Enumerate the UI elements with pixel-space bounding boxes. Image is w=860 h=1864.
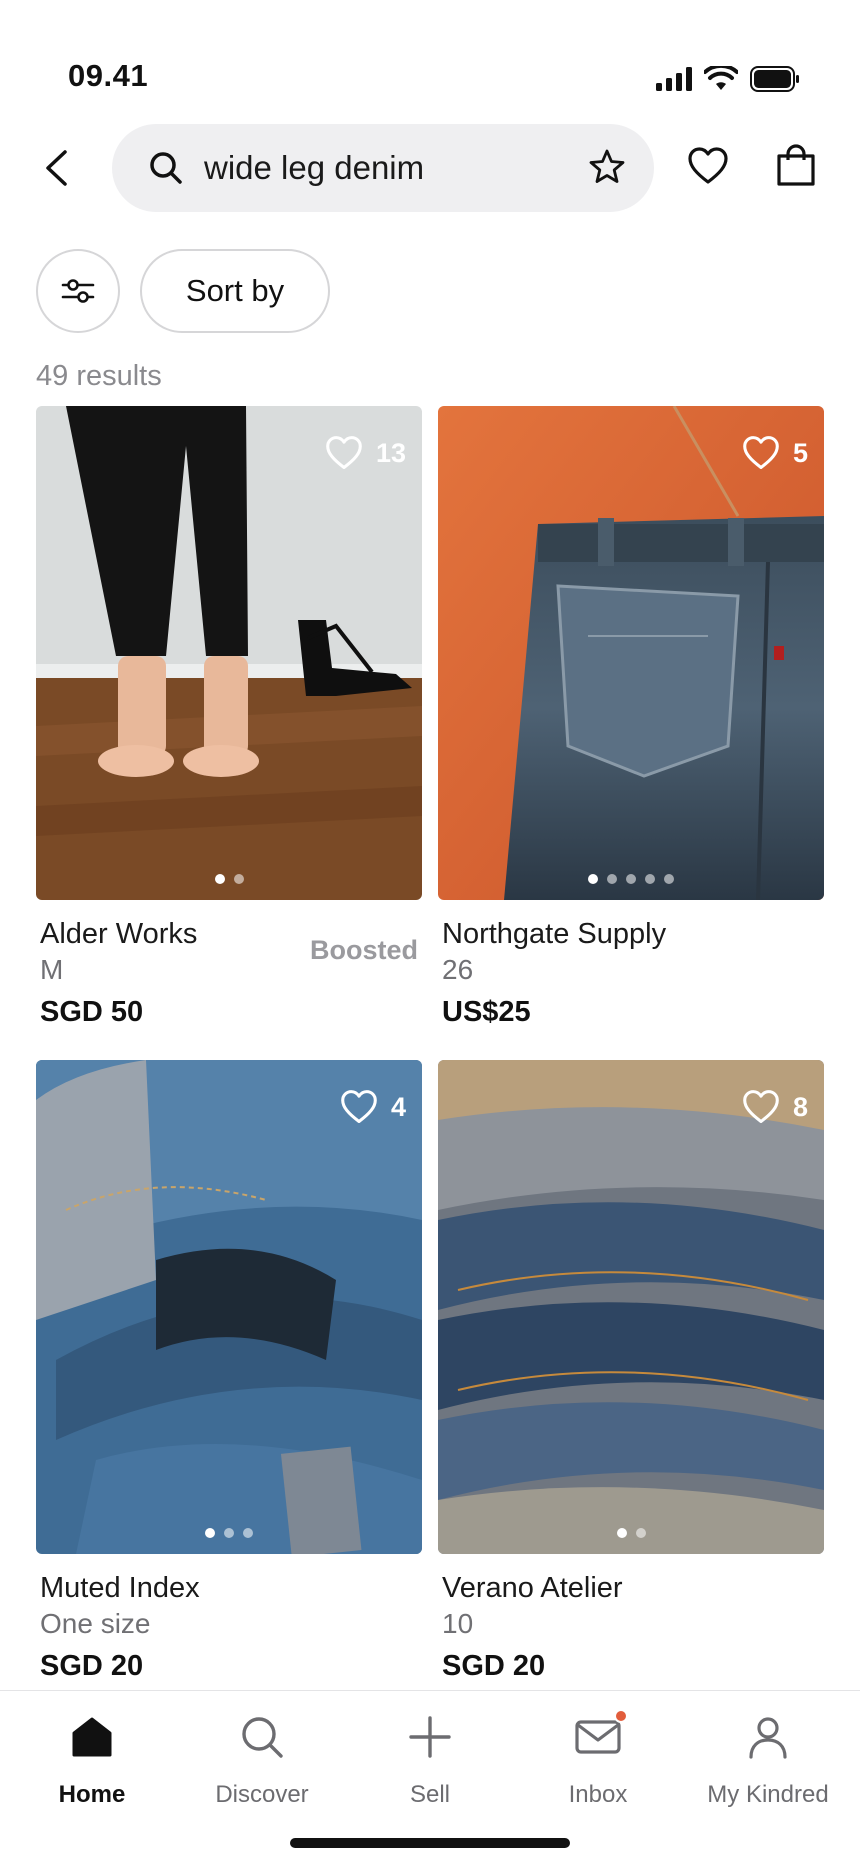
like-badge[interactable]: 5 <box>741 434 808 472</box>
pager-dot <box>616 1528 627 1538</box>
like-count: 4 <box>390 1091 406 1122</box>
status-time: 09.41 <box>68 58 149 93</box>
product-info: Verano Atelier 10 SGD 20 <box>438 1570 824 1684</box>
product-size: One size <box>40 1608 151 1639</box>
search-header: wide leg denim <box>0 118 860 218</box>
pager-dot <box>224 1528 234 1538</box>
pager-dot <box>588 874 598 884</box>
like-count: 8 <box>792 1091 808 1122</box>
status-icons <box>656 66 800 92</box>
pager-dot <box>626 874 636 884</box>
like-count: 5 <box>792 437 808 468</box>
mail-icon <box>574 1709 628 1761</box>
search-icon <box>238 1713 286 1761</box>
nav-discover[interactable]: Discover <box>176 1713 348 1823</box>
product-image[interactable]: 4 <box>36 1060 422 1554</box>
product-photo <box>438 1060 824 1554</box>
nav-label: Inbox <box>568 1781 628 1808</box>
sliders-icon <box>61 279 95 303</box>
nav-label: Home <box>58 1781 126 1808</box>
pager-dot <box>243 1528 253 1538</box>
pager-dot <box>205 1528 215 1538</box>
status-bar: 09.41 <box>0 0 860 110</box>
search-input[interactable]: wide leg denim <box>112 124 654 212</box>
product-brand: Verano Atelier <box>442 1572 623 1604</box>
results-count: 49 results <box>36 360 162 392</box>
pager-dot <box>214 874 225 884</box>
chevron-left-icon <box>46 150 67 186</box>
product-card[interactable]: 4 Muted Index One size SGD 20 <box>36 1060 422 1684</box>
image-pager <box>36 1528 422 1538</box>
home-icon <box>68 1713 116 1761</box>
pager-dot <box>635 1528 646 1538</box>
product-brand: Muted Index <box>40 1572 200 1604</box>
product-card[interactable]: 5 Northgate Supply 26 US$25 <box>438 406 824 1030</box>
heart-icon <box>743 436 779 470</box>
image-pager <box>438 874 824 884</box>
product-price: SGD 20 <box>442 1650 546 1682</box>
like-badge[interactable]: 13 <box>324 434 406 472</box>
signal-icon <box>656 67 692 91</box>
back-button[interactable] <box>36 144 76 192</box>
like-badge[interactable]: 8 <box>741 1088 808 1126</box>
wifi-icon <box>704 66 738 90</box>
search-icon <box>150 152 182 184</box>
save-search-star-icon[interactable] <box>588 148 626 186</box>
product-photo <box>36 1060 422 1554</box>
product-image[interactable]: 13 <box>36 406 422 900</box>
product-photo <box>438 406 824 900</box>
filter-button[interactable] <box>36 249 120 333</box>
heart-icon <box>743 1090 779 1124</box>
pager-dot <box>645 874 655 884</box>
product-price: SGD 50 <box>40 996 144 1028</box>
heart-icon <box>688 147 728 184</box>
nav-sell[interactable]: Sell <box>344 1713 516 1823</box>
shopping-bag-icon <box>777 144 815 186</box>
nav-home[interactable]: Home <box>6 1713 178 1823</box>
product-size: 26 <box>442 954 474 985</box>
nav-label: My Kindred <box>707 1781 829 1808</box>
plus-icon <box>406 1713 454 1761</box>
battery-icon <box>750 66 799 92</box>
sort-button[interactable]: Sort by <box>140 249 330 333</box>
product-price: US$25 <box>442 996 531 1028</box>
pager-dot <box>233 874 244 884</box>
like-count: 13 <box>375 437 406 468</box>
pager-dot <box>607 874 617 884</box>
notification-dot <box>614 1709 628 1723</box>
nav-label: Discover <box>215 1781 309 1808</box>
product-brand: Northgate Supply <box>442 918 667 950</box>
product-image[interactable]: 5 <box>438 406 824 900</box>
search-query: wide leg denim <box>204 149 425 186</box>
pager-dot <box>664 874 674 884</box>
product-card[interactable]: 8 Verano Atelier 10 SGD 20 <box>438 1060 824 1684</box>
heart-icon <box>341 1090 377 1124</box>
product-info: Northgate Supply 26 US$25 <box>438 916 824 1030</box>
product-card[interactable]: 13 Alder Works Boosted M SGD 50 <box>36 406 422 1030</box>
nav-inbox[interactable]: Inbox <box>512 1709 684 1823</box>
nav-label: Sell <box>409 1781 451 1808</box>
favorites-button[interactable] <box>686 144 730 188</box>
image-pager <box>36 874 422 884</box>
product-image[interactable]: 8 <box>438 1060 824 1554</box>
product-size: 10 <box>442 1608 474 1639</box>
product-price: SGD 20 <box>40 1650 144 1682</box>
nav-profile[interactable]: My Kindred <box>682 1713 854 1823</box>
product-photo <box>36 406 422 900</box>
boosted-badge: Boosted <box>310 935 418 965</box>
image-pager <box>438 1528 824 1538</box>
heart-icon <box>326 436 362 470</box>
home-indicator <box>290 1838 570 1848</box>
bag-button[interactable] <box>774 144 818 188</box>
like-badge[interactable]: 4 <box>339 1088 406 1126</box>
product-info: Muted Index One size SGD 20 <box>36 1570 422 1684</box>
product-info: Alder Works Boosted M SGD 50 <box>36 916 422 1030</box>
profile-icon <box>744 1713 792 1761</box>
